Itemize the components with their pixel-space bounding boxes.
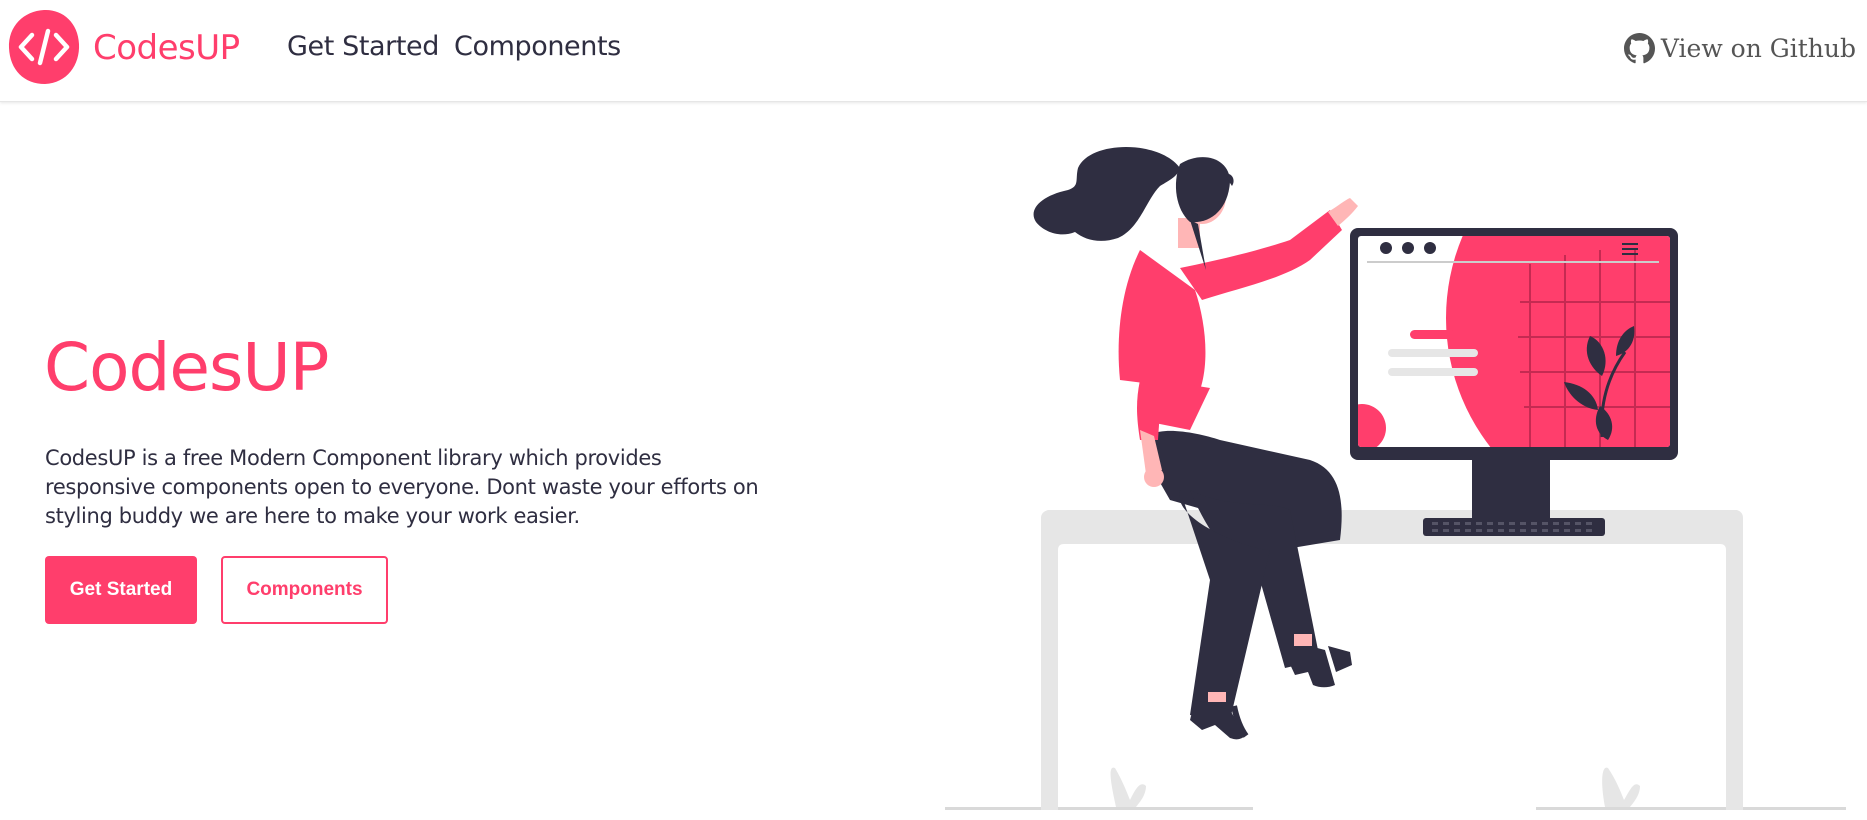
components-button[interactable]: Components [221,556,388,624]
hero-description: CodesUP is a free Modern Component libra… [45,446,759,528]
get-started-button[interactable]: Get Started [45,556,197,624]
code-brackets-icon[interactable] [7,8,81,85]
github-icon [1623,33,1655,64]
github-link-label: View on Github [1660,34,1856,63]
nav-get-started-link[interactable]: Get Started [287,31,439,62]
woman-at-computer-illustration [945,147,1846,810]
top-navbar: CodesUP Get Started Components View on G… [0,0,1867,102]
github-link[interactable]: View on Github [1623,33,1856,64]
brand-name[interactable]: CodesUP [93,28,240,68]
nav-components-link[interactable]: Components [454,31,621,62]
hero-title: CodesUP [44,329,329,406]
